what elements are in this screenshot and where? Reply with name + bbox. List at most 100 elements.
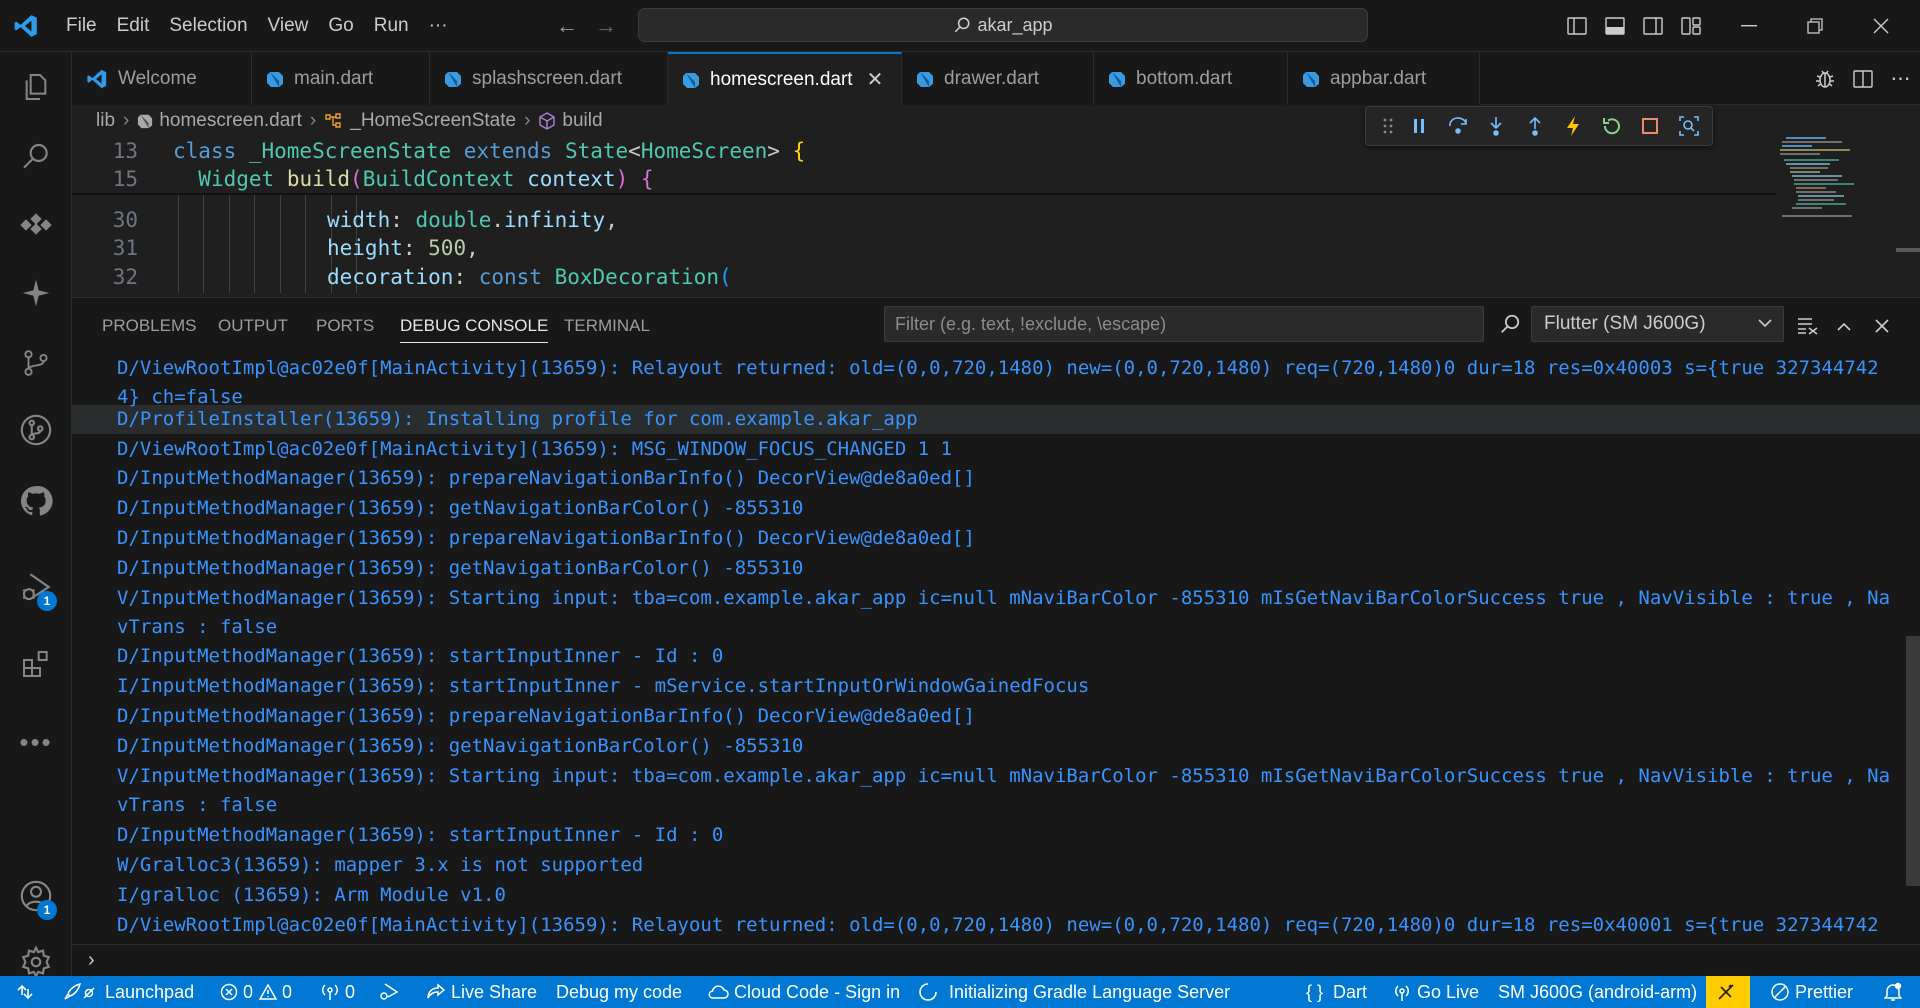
forward-arrow-icon[interactable]: → [587, 13, 625, 39]
menu-file[interactable]: File [56, 0, 107, 52]
run-debug-status-icon[interactable] [378, 976, 405, 1008]
cloud-code-button[interactable]: Cloud Code - Sign in [707, 976, 900, 1008]
console-repl-input[interactable]: › [72, 944, 1920, 977]
prettier-button[interactable]: Prettier [1770, 976, 1853, 1008]
tab-ports[interactable]: PORTS [316, 316, 374, 340]
tab-output[interactable]: OUTPUT [218, 316, 288, 340]
go-live-button[interactable]: Go Live [1392, 976, 1479, 1008]
tab-splashscreen-dart[interactable]: splashscreen.dart [430, 52, 668, 105]
hot-reload-icon[interactable] [1554, 107, 1593, 145]
github-icon[interactable] [0, 471, 72, 531]
close-tab-icon[interactable]: ✕ [867, 67, 884, 92]
drag-handle-icon[interactable] [1376, 107, 1400, 145]
console-line: D/InputMethodManager(13659): getNavigati… [117, 497, 804, 519]
restart-icon[interactable] [1593, 107, 1632, 145]
console-scrollbar-thumb[interactable] [1906, 636, 1920, 886]
debug-session-label: Flutter (SM J600G) [1544, 313, 1706, 334]
maximize-panel-icon[interactable] [1828, 310, 1860, 342]
tab-main-dart[interactable]: main.dart [252, 52, 430, 105]
menu-go[interactable]: Go [318, 0, 363, 52]
dart-icon [138, 114, 153, 129]
pause-icon[interactable] [1400, 107, 1439, 145]
inspect-widget-icon[interactable] [1670, 107, 1709, 145]
toggle-primary-sidebar-icon[interactable] [1558, 0, 1596, 52]
no-sync-icon[interactable] [1706, 976, 1750, 1008]
testing-icon[interactable] [0, 194, 72, 254]
toggle-panel-icon[interactable] [1596, 0, 1634, 52]
chevron-right-icon: › [524, 110, 531, 131]
code-token: const [478, 265, 542, 289]
extensions-icon[interactable] [0, 634, 72, 694]
debug-console-output[interactable]: D/ViewRootImpl@ac02e0f[MainActivity](136… [72, 354, 1920, 944]
prettier-label: Prettier [1795, 982, 1854, 1002]
toggle-secondary-sidebar-icon[interactable] [1634, 0, 1672, 52]
back-arrow-icon[interactable]: ← [548, 13, 586, 39]
menu-view[interactable]: View [258, 0, 319, 52]
copilot-sparkle-icon[interactable] [0, 263, 72, 323]
more-views-icon[interactable]: ••• [0, 712, 72, 772]
breadcrumb-method[interactable]: build [562, 110, 602, 132]
step-out-icon[interactable] [1516, 107, 1555, 145]
braces-icon: { } [1306, 982, 1324, 1002]
tab-bottom-dart[interactable]: bottom.dart [1094, 52, 1288, 105]
launchpad-button[interactable]: Launchpad [62, 976, 194, 1008]
code-token: State [564, 139, 629, 163]
minimize-icon[interactable] [1716, 0, 1782, 52]
ports-status[interactable]: 0 [320, 976, 355, 1008]
editor-scrollbar-thumb[interactable] [1896, 248, 1920, 252]
tab-appbar-dart[interactable]: appbar.dart [1288, 52, 1480, 105]
breadcrumb-file[interactable]: homescreen.dart [159, 110, 302, 132]
menu-selection[interactable]: Selection [159, 0, 257, 52]
notifications-bell-icon[interactable] [1880, 976, 1910, 1008]
close-panel-icon[interactable] [1866, 310, 1898, 342]
tab-homescreen-dart[interactable]: homescreen.dart ✕ [668, 52, 902, 105]
source-control-icon[interactable] [0, 333, 72, 393]
close-window-icon[interactable] [1848, 0, 1914, 52]
gradle-status[interactable]: Initializing Gradle Language Server [918, 976, 1230, 1008]
tab-welcome[interactable]: Welcome [72, 52, 252, 105]
clear-console-icon[interactable] [1792, 310, 1824, 342]
breadcrumb-folder[interactable]: lib [96, 110, 115, 132]
launchpad-label: Launchpad [105, 982, 195, 1002]
code-token: : [390, 208, 416, 232]
menu-edit[interactable]: Edit [107, 0, 160, 52]
language-mode-button[interactable]: { } Dart [1306, 976, 1367, 1008]
step-over-icon[interactable] [1439, 107, 1478, 145]
stop-icon[interactable] [1631, 107, 1670, 145]
remote-indicator-icon[interactable] [10, 976, 44, 1008]
tab-label: homescreen.dart [710, 68, 853, 90]
console-line: V/InputMethodManager(13659): Starting in… [117, 765, 1891, 787]
problems-status[interactable]: 0 0 [220, 976, 292, 1008]
debug-bug-icon[interactable] [1806, 53, 1844, 105]
step-into-icon[interactable] [1477, 107, 1516, 145]
menu-more[interactable]: ··· [419, 0, 458, 52]
explorer-icon[interactable] [0, 57, 72, 117]
restore-icon[interactable] [1782, 0, 1848, 52]
tab-drawer-dart[interactable]: drawer.dart [902, 52, 1094, 105]
console-filter-input[interactable]: Filter (e.g. text, !exclude, \escape) [884, 306, 1484, 342]
accounts-icon[interactable]: 1 [0, 866, 72, 926]
code-editor[interactable]: 13 class _HomeScreenState extends State<H… [72, 137, 1776, 297]
code-token: : [402, 236, 429, 260]
run-and-debug-icon[interactable]: 1 [0, 557, 72, 617]
search-icon[interactable] [1494, 308, 1526, 340]
minimap[interactable] [1776, 137, 1896, 297]
search-icon[interactable] [0, 127, 72, 187]
tab-debug-console[interactable]: DEBUG CONSOLE [400, 316, 549, 343]
device-selector[interactable]: SM J600G (android-arm) [1498, 976, 1697, 1008]
code-line: 15 Widget build(BuildContext context) { [72, 165, 1776, 195]
debug-session-select[interactable]: Flutter (SM J600G) [1531, 306, 1784, 342]
tab-problems[interactable]: PROBLEMS [102, 316, 196, 340]
code-token: infinity [504, 208, 606, 232]
chevron-down-icon [1757, 307, 1773, 353]
split-editor-icon[interactable] [1844, 53, 1882, 105]
menu-run[interactable]: Run [364, 0, 419, 52]
live-share-button[interactable]: Live Share [426, 976, 537, 1008]
command-center-search[interactable]: akar_app [638, 8, 1368, 42]
customize-layout-icon[interactable] [1672, 0, 1710, 52]
tab-terminal[interactable]: TERMINAL [564, 316, 650, 340]
git-graph-icon[interactable] [0, 400, 72, 460]
breadcrumb-class[interactable]: _HomeScreenState [350, 110, 516, 132]
more-actions-icon[interactable]: ⋯ [1882, 53, 1920, 105]
debug-my-code-button[interactable]: Debug my code [556, 976, 682, 1008]
